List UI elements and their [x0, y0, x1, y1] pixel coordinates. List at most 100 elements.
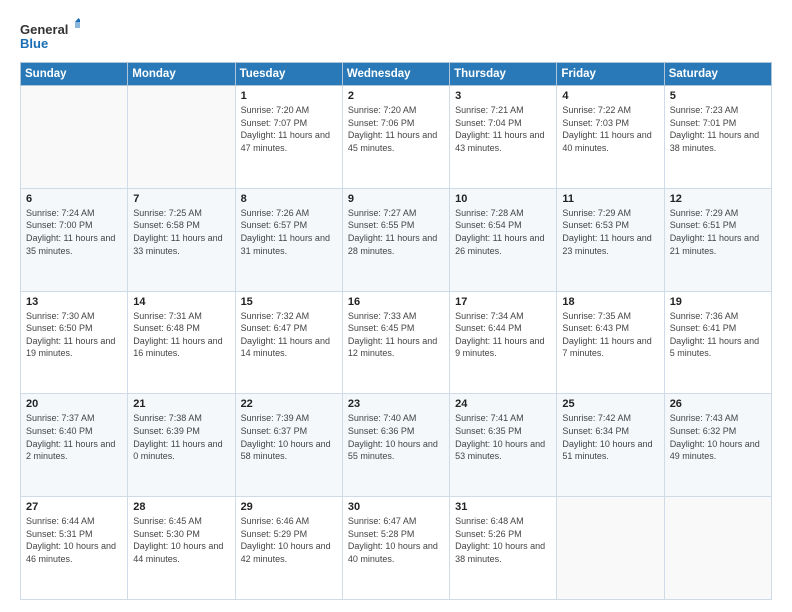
day-number: 24	[455, 398, 551, 410]
day-info: Sunrise: 7:34 AM Sunset: 6:44 PM Dayligh…	[455, 310, 551, 360]
day-number: 3	[455, 90, 551, 102]
week-row-4: 27Sunrise: 6:44 AM Sunset: 5:31 PM Dayli…	[21, 497, 772, 600]
day-info: Sunrise: 7:23 AM Sunset: 7:01 PM Dayligh…	[670, 104, 766, 154]
day-number: 14	[133, 296, 229, 308]
day-header-thursday: Thursday	[450, 63, 557, 86]
day-info: Sunrise: 7:38 AM Sunset: 6:39 PM Dayligh…	[133, 412, 229, 462]
day-number: 11	[562, 193, 658, 205]
day-cell	[557, 497, 664, 600]
day-cell: 13 Sunrise: 7:30 AM Sunset: 6:50 PM Dayli…	[21, 291, 128, 394]
day-info: Sunrise: 7:32 AM Sunset: 6:47 PM Dayligh…	[241, 310, 337, 360]
day-info: Sunrise: 7:35 AM Sunset: 6:43 PM Dayligh…	[562, 310, 658, 360]
day-number: 1	[241, 90, 337, 102]
day-info: Sunrise: 7:26 AM Sunset: 6:57 PM Dayligh…	[241, 207, 337, 257]
day-cell: 3 Sunrise: 7:21 AM Sunset: 7:04 PM Daylig…	[450, 86, 557, 189]
day-cell: 17 Sunrise: 7:34 AM Sunset: 6:44 PM Dayli…	[450, 291, 557, 394]
day-info: Sunrise: 7:43 AM Sunset: 6:32 PM Dayligh…	[670, 412, 766, 462]
day-number: 31	[455, 501, 551, 513]
day-cell	[664, 497, 771, 600]
day-info: Sunrise: 7:30 AM Sunset: 6:50 PM Dayligh…	[26, 310, 122, 360]
day-info: Sunrise: 7:29 AM Sunset: 6:53 PM Dayligh…	[562, 207, 658, 257]
day-number: 4	[562, 90, 658, 102]
day-cell: 22Sunrise: 7:39 AM Sunset: 6:37 PM Dayli…	[235, 394, 342, 497]
day-cell: 9 Sunrise: 7:27 AM Sunset: 6:55 PM Daylig…	[342, 188, 449, 291]
day-number: 10	[455, 193, 551, 205]
day-header-saturday: Saturday	[664, 63, 771, 86]
svg-text:General: General	[20, 22, 68, 37]
day-info: Sunrise: 7:36 AM Sunset: 6:41 PM Dayligh…	[670, 310, 766, 360]
day-cell: 26 Sunrise: 7:43 AM Sunset: 6:32 PM Dayli…	[664, 394, 771, 497]
day-cell: 19Sunrise: 7:36 AM Sunset: 6:41 PM Dayli…	[664, 291, 771, 394]
day-info: Sunrise: 7:29 AM Sunset: 6:51 PM Dayligh…	[670, 207, 766, 257]
day-info: Sunrise: 7:25 AM Sunset: 6:58 PM Dayligh…	[133, 207, 229, 257]
day-number: 12	[670, 193, 766, 205]
day-number: 16	[348, 296, 444, 308]
week-row-3: 20 Sunrise: 7:37 AM Sunset: 6:40 PM Dayli…	[21, 394, 772, 497]
day-cell: 1 Sunrise: 7:20 AM Sunset: 7:07 PM Daylig…	[235, 86, 342, 189]
day-number: 30	[348, 501, 444, 513]
page: General Blue SundayMondayTuesdayWednesda…	[0, 0, 792, 612]
day-number: 7	[133, 193, 229, 205]
day-info: Sunrise: 7:42 AM Sunset: 6:34 PM Dayligh…	[562, 412, 658, 462]
day-number: 15	[241, 296, 337, 308]
week-row-1: 6 Sunrise: 7:24 AM Sunset: 7:00 PM Daylig…	[21, 188, 772, 291]
day-cell: 14 Sunrise: 7:31 AM Sunset: 6:48 PM Dayli…	[128, 291, 235, 394]
logo: General Blue	[20, 18, 80, 54]
svg-text:Blue: Blue	[20, 36, 48, 51]
day-number: 23	[348, 398, 444, 410]
day-cell: 7 Sunrise: 7:25 AM Sunset: 6:58 PM Daylig…	[128, 188, 235, 291]
day-info: Sunrise: 7:27 AM Sunset: 6:55 PM Dayligh…	[348, 207, 444, 257]
day-cell: 12 Sunrise: 7:29 AM Sunset: 6:51 PM Dayli…	[664, 188, 771, 291]
day-number: 6	[26, 193, 122, 205]
day-info: Sunrise: 7:20 AM Sunset: 7:07 PM Dayligh…	[241, 104, 337, 154]
week-row-2: 13 Sunrise: 7:30 AM Sunset: 6:50 PM Dayli…	[21, 291, 772, 394]
day-cell: 4 Sunrise: 7:22 AM Sunset: 7:03 PM Daylig…	[557, 86, 664, 189]
day-info: Sunrise: 7:21 AM Sunset: 7:04 PM Dayligh…	[455, 104, 551, 154]
day-number: 26	[670, 398, 766, 410]
day-cell: 16Sunrise: 7:33 AM Sunset: 6:45 PM Dayli…	[342, 291, 449, 394]
day-cell: 5Sunrise: 7:23 AM Sunset: 7:01 PM Daylig…	[664, 86, 771, 189]
day-number: 2	[348, 90, 444, 102]
day-cell: 10 Sunrise: 7:28 AM Sunset: 6:54 PM Dayli…	[450, 188, 557, 291]
day-number: 8	[241, 193, 337, 205]
day-number: 9	[348, 193, 444, 205]
day-number: 17	[455, 296, 551, 308]
day-info: Sunrise: 7:37 AM Sunset: 6:40 PM Dayligh…	[26, 412, 122, 462]
day-header-tuesday: Tuesday	[235, 63, 342, 86]
day-info: Sunrise: 6:44 AM Sunset: 5:31 PM Dayligh…	[26, 515, 122, 565]
day-info: Sunrise: 7:31 AM Sunset: 6:48 PM Dayligh…	[133, 310, 229, 360]
day-info: Sunrise: 7:24 AM Sunset: 7:00 PM Dayligh…	[26, 207, 122, 257]
day-cell: 29 Sunrise: 6:46 AM Sunset: 5:29 PM Dayli…	[235, 497, 342, 600]
day-cell	[128, 86, 235, 189]
day-cell: 2 Sunrise: 7:20 AM Sunset: 7:06 PM Daylig…	[342, 86, 449, 189]
day-info: Sunrise: 7:22 AM Sunset: 7:03 PM Dayligh…	[562, 104, 658, 154]
day-info: Sunrise: 6:45 AM Sunset: 5:30 PM Dayligh…	[133, 515, 229, 565]
day-cell: 18 Sunrise: 7:35 AM Sunset: 6:43 PM Dayli…	[557, 291, 664, 394]
day-cell: 24Sunrise: 7:41 AM Sunset: 6:35 PM Dayli…	[450, 394, 557, 497]
day-info: Sunrise: 7:28 AM Sunset: 6:54 PM Dayligh…	[455, 207, 551, 257]
day-cell: 28Sunrise: 6:45 AM Sunset: 5:30 PM Dayli…	[128, 497, 235, 600]
day-info: Sunrise: 6:46 AM Sunset: 5:29 PM Dayligh…	[241, 515, 337, 565]
day-info: Sunrise: 7:20 AM Sunset: 7:06 PM Dayligh…	[348, 104, 444, 154]
day-header-monday: Monday	[128, 63, 235, 86]
day-cell: 11 Sunrise: 7:29 AM Sunset: 6:53 PM Dayli…	[557, 188, 664, 291]
day-number: 13	[26, 296, 122, 308]
day-number: 18	[562, 296, 658, 308]
day-cell: 25 Sunrise: 7:42 AM Sunset: 6:34 PM Dayli…	[557, 394, 664, 497]
day-number: 25	[562, 398, 658, 410]
day-number: 21	[133, 398, 229, 410]
day-cell: 6 Sunrise: 7:24 AM Sunset: 7:00 PM Daylig…	[21, 188, 128, 291]
day-number: 29	[241, 501, 337, 513]
logo-svg: General Blue	[20, 18, 80, 54]
day-cell: 20 Sunrise: 7:37 AM Sunset: 6:40 PM Dayli…	[21, 394, 128, 497]
day-info: Sunrise: 7:39 AM Sunset: 6:37 PM Dayligh…	[241, 412, 337, 462]
day-header-wednesday: Wednesday	[342, 63, 449, 86]
header: General Blue	[20, 18, 772, 54]
day-header-friday: Friday	[557, 63, 664, 86]
day-cell: 21 Sunrise: 7:38 AM Sunset: 6:39 PM Dayli…	[128, 394, 235, 497]
day-cell: 8 Sunrise: 7:26 AM Sunset: 6:57 PM Daylig…	[235, 188, 342, 291]
day-number: 20	[26, 398, 122, 410]
day-cell	[21, 86, 128, 189]
day-cell: 15 Sunrise: 7:32 AM Sunset: 6:47 PM Dayli…	[235, 291, 342, 394]
day-cell: 23Sunrise: 7:40 AM Sunset: 6:36 PM Dayli…	[342, 394, 449, 497]
